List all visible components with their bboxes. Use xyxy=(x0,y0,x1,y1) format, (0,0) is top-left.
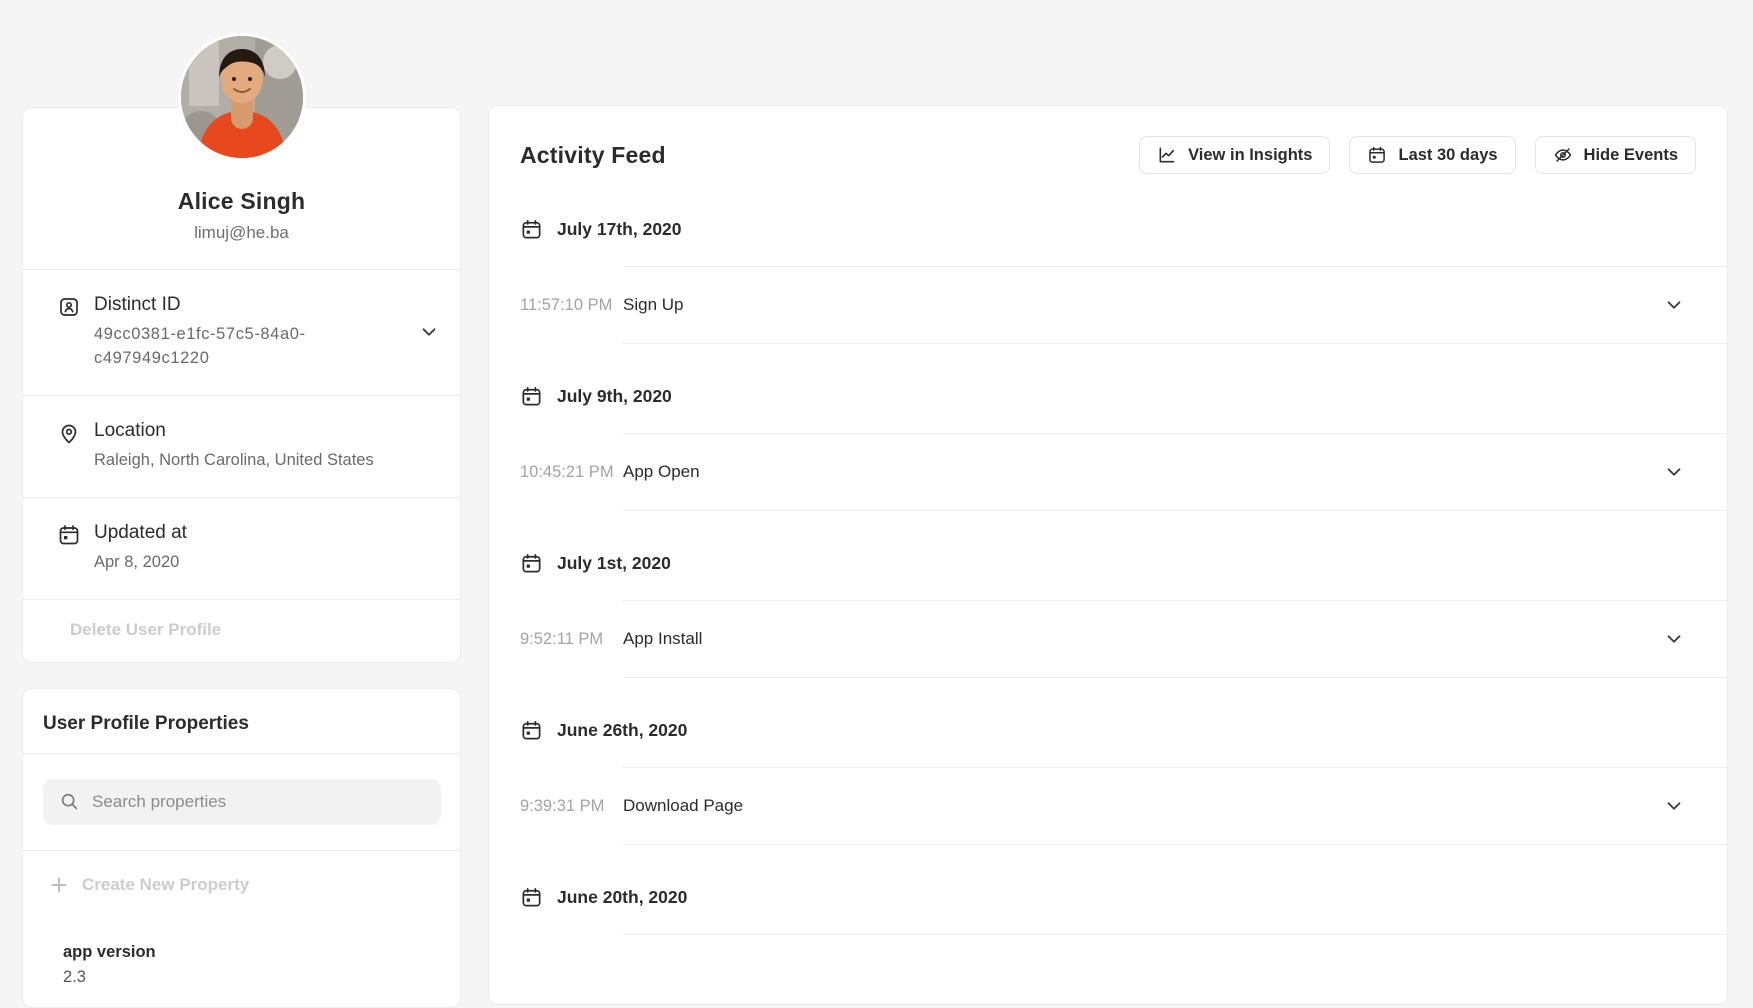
date-header: July 9th, 2020 xyxy=(520,381,1727,411)
date-label: June 26th, 2020 xyxy=(557,720,687,741)
event-expander xyxy=(623,934,1727,964)
property-value: 2.3 xyxy=(63,968,440,987)
calendar-icon xyxy=(520,218,543,241)
delete-user-profile-row: Delete User Profile xyxy=(23,599,460,662)
search-box[interactable] xyxy=(43,779,441,825)
date-label: July 17th, 2020 xyxy=(557,219,682,240)
event-name: Sign Up xyxy=(623,295,683,315)
field-value: Apr 8, 2020 xyxy=(94,551,440,575)
button-label: Hide Events xyxy=(1584,146,1678,165)
date-header: June 26th, 2020 xyxy=(520,715,1727,745)
date-label: July 9th, 2020 xyxy=(557,386,672,407)
event-expander[interactable]: App Open xyxy=(623,433,1727,511)
id-badge-icon xyxy=(57,295,81,319)
profile-field-location: Location Raleigh, North Carolina, United… xyxy=(23,395,460,497)
button-label: Last 30 days xyxy=(1398,146,1497,165)
event-row: 10:45:21 PM App Open xyxy=(520,433,1727,511)
event-expander[interactable]: Sign Up xyxy=(623,266,1727,344)
event-name: App Install xyxy=(623,629,702,649)
chevron-down-icon[interactable] xyxy=(1663,294,1685,316)
profile-card: Alice Singh limuj@he.ba Distinct ID 49cc… xyxy=(22,107,461,663)
activity-feed-list: July 17th, 2020 11:57:10 PM Sign Up xyxy=(489,214,1727,964)
location-pin-icon xyxy=(57,421,81,445)
profile-name: Alice Singh xyxy=(23,188,460,215)
feed-group: July 9th, 2020 10:45:21 PM App Open xyxy=(520,381,1727,511)
profile-field-distinct-id: Distinct ID 49cc0381-e1fc-57c5-84a0-c497… xyxy=(23,269,460,395)
event-expander[interactable]: App Install xyxy=(623,600,1727,678)
feed-actions: View in Insights Last 30 days Hi xyxy=(1139,136,1696,174)
property-name: app version xyxy=(63,943,440,962)
field-label: Location xyxy=(94,420,440,442)
event-row: 11:57:10 PM Sign Up xyxy=(520,266,1727,344)
avatar xyxy=(181,36,303,158)
feed-group: July 1st, 2020 9:52:11 PM App Install xyxy=(520,548,1727,678)
event-name: Download Page xyxy=(623,796,743,816)
date-label: July 1st, 2020 xyxy=(557,553,671,574)
calendar-icon xyxy=(520,552,543,575)
search-input[interactable] xyxy=(92,792,425,812)
field-value: 49cc0381-e1fc-57c5-84a0-c497949c1220 xyxy=(94,323,342,371)
calendar-icon xyxy=(520,385,543,408)
event-time: 10:45:21 PM xyxy=(520,433,623,511)
event-expander[interactable]: Download Page xyxy=(623,767,1727,845)
field-label: Updated at xyxy=(94,522,440,544)
feed-group: June 26th, 2020 9:39:31 PM Download Page xyxy=(520,715,1727,845)
profile-field-updated-at: Updated at Apr 8, 2020 xyxy=(23,497,460,599)
event-row: 9:39:31 PM Download Page xyxy=(520,767,1727,845)
date-header: June 20th, 2020 xyxy=(520,882,1727,912)
chevron-down-icon[interactable] xyxy=(1663,795,1685,817)
eye-off-icon xyxy=(1553,145,1573,165)
sidebar: Alice Singh limuj@he.ba Distinct ID 49cc… xyxy=(22,35,461,1008)
delete-user-profile-button[interactable]: Delete User Profile xyxy=(70,620,221,639)
activity-feed-header: Activity Feed View in Insights Last 30 d… xyxy=(489,106,1727,174)
create-new-property-button[interactable]: Create New Property xyxy=(82,875,249,895)
last-30-days-button[interactable]: Last 30 days xyxy=(1349,136,1515,174)
feed-group: July 17th, 2020 11:57:10 PM Sign Up xyxy=(520,214,1727,344)
event-row xyxy=(520,934,1727,964)
field-value: Raleigh, North Carolina, United States xyxy=(94,449,440,473)
event-name: App Open xyxy=(623,462,700,482)
feed-group: June 20th, 2020 xyxy=(520,882,1727,964)
event-time: 9:52:11 PM xyxy=(520,600,623,678)
hide-events-button[interactable]: Hide Events xyxy=(1535,136,1696,174)
field-label: Distinct ID xyxy=(94,294,418,316)
user-profile-properties-card: User Profile Properties Create New Prope… xyxy=(22,688,461,1008)
chevron-down-icon[interactable] xyxy=(418,321,440,343)
chevron-down-icon[interactable] xyxy=(1663,628,1685,650)
create-new-property-row[interactable]: Create New Property xyxy=(23,850,460,919)
page-title: Activity Feed xyxy=(520,142,666,169)
property-item[interactable]: app version 2.3 xyxy=(23,919,460,1008)
calendar-icon xyxy=(520,886,543,909)
date-header: July 1st, 2020 xyxy=(520,548,1727,578)
plus-icon xyxy=(50,876,68,894)
properties-search-section xyxy=(23,753,460,850)
line-chart-icon xyxy=(1157,145,1177,165)
event-time: 9:39:31 PM xyxy=(520,767,623,845)
date-header: July 17th, 2020 xyxy=(520,214,1727,244)
event-row: 9:52:11 PM App Install xyxy=(520,600,1727,678)
properties-title: User Profile Properties xyxy=(23,689,460,753)
event-time xyxy=(520,934,623,964)
calendar-icon xyxy=(57,523,81,547)
date-label: June 20th, 2020 xyxy=(557,887,687,908)
event-time: 11:57:10 PM xyxy=(520,266,623,344)
view-in-insights-button[interactable]: View in Insights xyxy=(1139,136,1330,174)
calendar-icon xyxy=(1367,145,1387,165)
chevron-down-icon[interactable] xyxy=(1663,461,1685,483)
activity-feed-card: Activity Feed View in Insights Last 30 d… xyxy=(488,105,1728,1005)
avatar-illustration xyxy=(181,36,303,158)
profile-email: limuj@he.ba xyxy=(23,223,460,243)
button-label: View in Insights xyxy=(1188,146,1312,165)
search-icon xyxy=(59,791,80,812)
calendar-icon xyxy=(520,719,543,742)
